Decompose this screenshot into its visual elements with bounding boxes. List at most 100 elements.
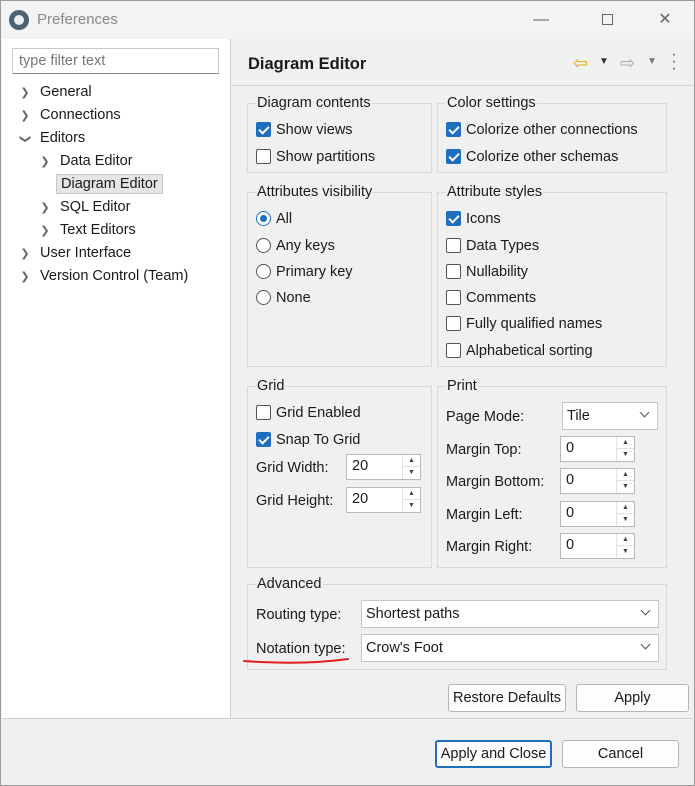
group-title: Advanced (256, 576, 323, 592)
checkbox-unchecked-icon[interactable] (446, 238, 461, 253)
colorize-connections-checkbox[interactable]: Colorize other connections (446, 119, 638, 141)
checkbox-label: Icons (466, 211, 501, 227)
spinner-up-icon[interactable]: ▲ (617, 534, 634, 546)
nullability-checkbox[interactable]: Nullability (446, 261, 528, 283)
checkbox-unchecked-icon[interactable] (256, 149, 271, 164)
checkbox-checked-icon[interactable] (256, 122, 271, 137)
chevron-right-icon[interactable]: ❯ (18, 266, 32, 288)
chevron-down-icon[interactable] (641, 642, 650, 651)
margin-bottom-label: Margin Bottom: (446, 474, 545, 490)
group-title: Grid (256, 378, 286, 394)
group-title: Attribute styles (446, 184, 544, 200)
checkbox-unchecked-icon[interactable] (256, 405, 271, 420)
radio-unselected-icon[interactable] (256, 238, 271, 253)
visibility-all-radio[interactable]: All (256, 208, 292, 230)
spinner-up-icon[interactable]: ▲ (617, 502, 634, 514)
visibility-none-radio[interactable]: None (256, 287, 311, 309)
snap-to-grid-checkbox[interactable]: Snap To Grid (256, 429, 360, 451)
spinner-down-icon[interactable]: ▼ (617, 449, 634, 461)
tree-item-text-editors[interactable]: ❯ Text Editors (38, 219, 140, 241)
chevron-right-icon[interactable]: ❯ (18, 243, 32, 265)
comments-checkbox[interactable]: Comments (446, 287, 536, 309)
alphabetical-sorting-checkbox[interactable]: Alphabetical sorting (446, 340, 593, 362)
page-mode-label: Page Mode: (446, 409, 525, 425)
minimize-button[interactable]: — (521, 7, 561, 33)
checkbox-label: Show views (276, 122, 353, 138)
chevron-right-icon[interactable]: ❯ (18, 82, 32, 104)
back-arrow-icon[interactable]: ⇦ (573, 53, 588, 74)
tree-item-sql-editor[interactable]: ❯ SQL Editor (38, 196, 134, 218)
checkbox-checked-icon[interactable] (256, 432, 271, 447)
grid-group: Grid Grid Enabled Snap To Grid Grid Widt… (247, 378, 432, 568)
chevron-right-icon[interactable]: ❯ (38, 220, 52, 242)
spinner-up-icon[interactable]: ▲ (617, 469, 634, 481)
checkbox-unchecked-icon[interactable] (446, 264, 461, 279)
more-vertical-icon[interactable]: · · · (670, 47, 678, 77)
margin-right-spinner[interactable]: 0 ▲ ▼ (560, 533, 635, 559)
tree-item-label: Text Editors (60, 222, 136, 238)
grid-enabled-checkbox[interactable]: Grid Enabled (256, 402, 361, 424)
tree-item-general[interactable]: ❯ General (18, 81, 96, 103)
chevron-right-icon[interactable]: ❯ (38, 197, 52, 219)
spinner-down-icon[interactable]: ▼ (617, 514, 634, 526)
visibility-primary-key-radio[interactable]: Primary key (256, 261, 353, 283)
spinner-down-icon[interactable]: ▼ (617, 546, 634, 558)
chevron-down-icon[interactable] (640, 410, 649, 419)
spinner-up-icon[interactable]: ▲ (403, 455, 420, 467)
grid-width-spinner[interactable]: 20 ▲ ▼ (346, 454, 421, 480)
maximize-button[interactable] (587, 7, 627, 33)
icons-checkbox[interactable]: Icons (446, 208, 501, 230)
checkbox-unchecked-icon[interactable] (446, 316, 461, 331)
radio-unselected-icon[interactable] (256, 264, 271, 279)
tree-item-data-editor[interactable]: ❯ Data Editor (38, 150, 137, 172)
close-button[interactable]: ✕ (645, 7, 685, 33)
fully-qualified-names-checkbox[interactable]: Fully qualified names (446, 313, 602, 335)
spinner-value: 0 (566, 440, 575, 456)
routing-type-select[interactable]: Shortest paths (361, 600, 659, 628)
checkbox-checked-icon[interactable] (446, 122, 461, 137)
radio-selected-icon[interactable] (256, 211, 271, 226)
grid-height-spinner[interactable]: 20 ▲ ▼ (346, 487, 421, 513)
chevron-down-icon[interactable]: ❯ (14, 132, 36, 146)
radio-unselected-icon[interactable] (256, 290, 271, 305)
spinner-down-icon[interactable]: ▼ (403, 467, 420, 479)
spinner-down-icon[interactable]: ▼ (403, 500, 420, 512)
margin-top-spinner[interactable]: 0 ▲ ▼ (560, 436, 635, 462)
spinner-up-icon[interactable]: ▲ (403, 488, 420, 500)
forward-arrow-icon[interactable]: ⇨ (620, 53, 635, 74)
checkbox-unchecked-icon[interactable] (446, 290, 461, 305)
chevron-right-icon[interactable]: ❯ (38, 151, 52, 173)
tree-item-label: Editors (40, 130, 86, 146)
tree-item-user-interface[interactable]: ❯ User Interface (18, 242, 135, 264)
back-menu-chevron-down-icon[interactable]: ▼ (599, 56, 609, 67)
checkbox-checked-icon[interactable] (446, 211, 461, 226)
cancel-button[interactable]: Cancel (562, 740, 679, 768)
tree-item-connections[interactable]: ❯ Connections (18, 104, 125, 126)
show-views-checkbox[interactable]: Show views (256, 119, 353, 141)
notation-type-select[interactable]: Crow's Foot (361, 634, 659, 662)
attributes-visibility-group: Attributes visibility All Any keys Prima… (247, 184, 432, 367)
margin-bottom-spinner[interactable]: 0 ▲ ▼ (560, 468, 635, 494)
radio-label: None (276, 290, 311, 306)
spinner-down-icon[interactable]: ▼ (617, 481, 634, 493)
tree-item-version-control[interactable]: ❯ Version Control (Team) (18, 265, 192, 287)
apply-button[interactable]: Apply (576, 684, 689, 712)
visibility-any-keys-radio[interactable]: Any keys (256, 235, 335, 257)
colorize-schemas-checkbox[interactable]: Colorize other schemas (446, 146, 618, 168)
spinner-up-icon[interactable]: ▲ (617, 437, 634, 449)
chevron-right-icon[interactable]: ❯ (18, 105, 32, 127)
tree-item-editors[interactable]: ❯ Editors (18, 127, 89, 149)
chevron-down-icon[interactable] (641, 608, 650, 617)
checkbox-checked-icon[interactable] (446, 149, 461, 164)
filter-input[interactable] (12, 48, 219, 74)
forward-menu-chevron-down-icon[interactable]: ▼ (647, 56, 657, 67)
margin-left-spinner[interactable]: 0 ▲ ▼ (560, 501, 635, 527)
data-types-checkbox[interactable]: Data Types (446, 235, 539, 257)
show-partitions-checkbox[interactable]: Show partitions (256, 146, 375, 168)
restore-defaults-button[interactable]: Restore Defaults (448, 684, 566, 712)
checkbox-unchecked-icon[interactable] (446, 343, 461, 358)
tree-item-diagram-editor[interactable]: Diagram Editor (38, 173, 163, 195)
apply-and-close-button[interactable]: Apply and Close (435, 740, 552, 768)
page-mode-select[interactable]: Tile (562, 402, 658, 430)
radio-label: Primary key (276, 264, 353, 280)
